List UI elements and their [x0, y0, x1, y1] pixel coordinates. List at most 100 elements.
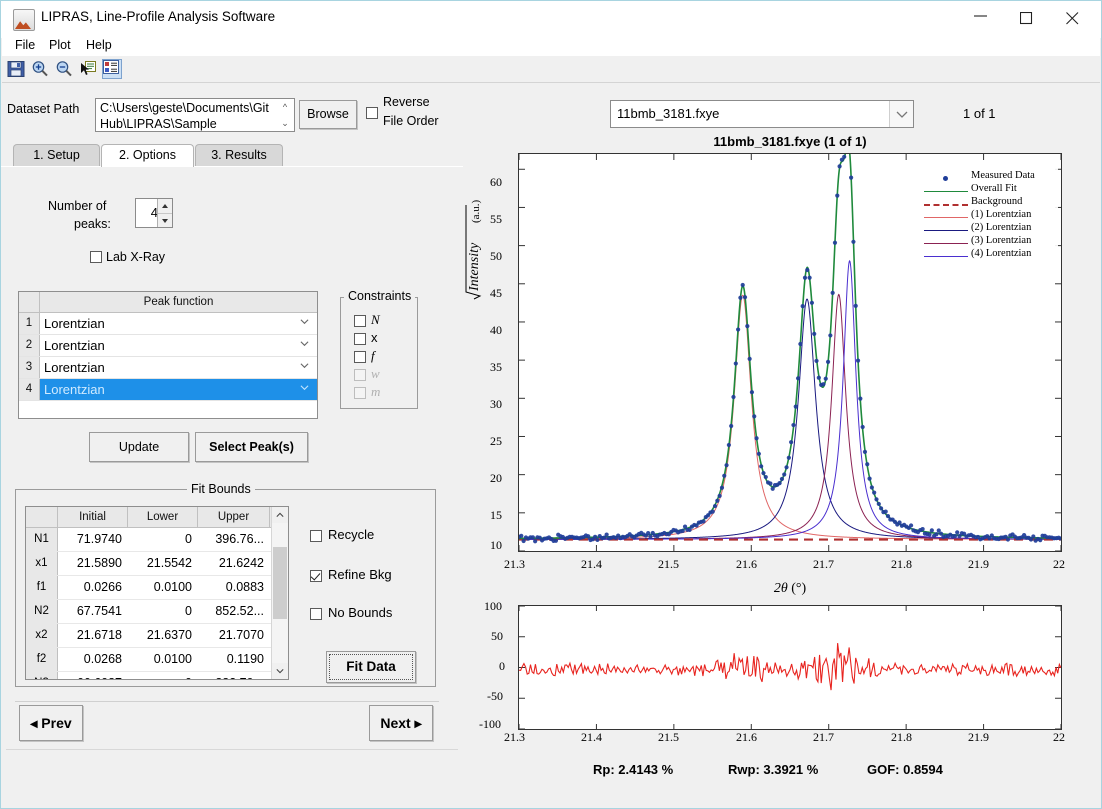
fb-upper[interactable]: 0.1190: [198, 648, 270, 671]
chevron-down-icon[interactable]: [300, 361, 309, 370]
rxtick-7: 22: [1053, 730, 1065, 744]
scroll-down-icon[interactable]: [272, 663, 288, 679]
legend-marker-line: [924, 191, 968, 192]
chart-title: 11bmb_3181.fxye (1 of 1): [713, 134, 867, 149]
fb-upper[interactable]: 882.79...: [198, 672, 270, 679]
lab-xray-label: Lab X-Ray: [106, 250, 166, 264]
reverse-file-order-label-2: File Order: [383, 114, 439, 128]
data-cursor-icon[interactable]: [78, 59, 98, 79]
table-row[interactable]: f2 0.0268 0.0100 0.1190: [26, 648, 288, 672]
peak-row-2[interactable]: 2 Lorentzian: [19, 335, 317, 357]
stat-gof: GOF: 0.8594: [867, 762, 943, 777]
stepper-up-icon[interactable]: [158, 199, 172, 214]
window-title: LIPRAS, Line-Profile Analysis Software: [41, 9, 276, 24]
number-of-peaks-label-1: Number of: [48, 199, 107, 213]
xtick-0: 21.3: [504, 557, 525, 571]
menu-file[interactable]: File: [10, 37, 40, 53]
ytick-20: 20: [490, 471, 502, 485]
table-row[interactable]: x1 21.5890 21.5542 21.6242: [26, 552, 288, 576]
fb-lower[interactable]: 0.0100: [128, 648, 198, 671]
dataset-path-field[interactable]: C:\Users\geste\Documents\GitHub\LIPRAS\S…: [95, 98, 295, 132]
fb-initial[interactable]: 67.7541: [58, 600, 128, 623]
update-button[interactable]: Update: [89, 432, 189, 462]
peak-row-1[interactable]: 1 Lorentzian: [19, 313, 317, 335]
chevron-down-icon[interactable]: [300, 317, 309, 326]
tab-results[interactable]: 3. Results: [195, 144, 283, 166]
constraint-N[interactable]: N: [340, 312, 410, 331]
tab-options[interactable]: 2. Options: [101, 144, 194, 167]
constraint-x-checkbox[interactable]: [354, 333, 366, 345]
chevron-down-icon[interactable]: [300, 339, 309, 348]
fit-bounds-scrollbar[interactable]: [271, 507, 288, 679]
next-button[interactable]: Next ▸: [369, 705, 433, 741]
zoom-out-icon[interactable]: [54, 59, 74, 79]
table-row[interactable]: N1 71.9740 0 396.76...: [26, 528, 288, 552]
fb-initial[interactable]: 66.6087: [58, 672, 128, 679]
peak-row-3[interactable]: 3 Lorentzian: [19, 357, 317, 379]
fb-initial[interactable]: 0.0266: [58, 576, 128, 599]
file-selector-dropdown[interactable]: 11bmb_3181.fxye: [610, 100, 914, 128]
constraint-f[interactable]: f: [340, 348, 410, 367]
legend-label: Overall Fit: [971, 183, 1017, 194]
constraint-N-checkbox[interactable]: [354, 315, 366, 327]
residual-plot[interactable]: [518, 605, 1062, 730]
ytick-60: 60: [490, 175, 502, 189]
select-peaks-button[interactable]: Select Peak(s): [195, 432, 308, 462]
fb-lower[interactable]: 21.6370: [128, 624, 198, 647]
nav-separator: [15, 701, 439, 702]
tab-setup[interactable]: 1. Setup: [13, 144, 100, 166]
peak-row-function: Lorentzian: [44, 360, 105, 375]
constraint-f-checkbox[interactable]: [354, 351, 366, 363]
fb-initial[interactable]: 21.6718: [58, 624, 128, 647]
browse-button[interactable]: Browse: [299, 100, 357, 129]
path-scroll-arrows[interactable]: ^ ⌄: [278, 99, 292, 131]
fb-upper[interactable]: 21.7070: [198, 624, 270, 647]
number-of-peaks-stepper[interactable]: 4: [135, 198, 173, 228]
chevron-down-icon[interactable]: [889, 101, 913, 127]
stepper-arrows[interactable]: [157, 199, 172, 227]
legend-toggle-icon[interactable]: [102, 59, 122, 79]
reverse-file-order-label-1: Reverse: [383, 95, 430, 109]
table-row[interactable]: N3 66.6087 0 882.79...: [26, 672, 288, 679]
fb-lower[interactable]: 0: [128, 600, 198, 623]
fb-upper[interactable]: 396.76...: [198, 528, 270, 551]
reverse-file-order-checkbox[interactable]: [366, 107, 378, 119]
maximize-icon[interactable]: [1005, 1, 1051, 31]
recycle-checkbox[interactable]: [310, 530, 322, 542]
scrollbar-thumb[interactable]: [273, 547, 287, 619]
fb-lower[interactable]: 21.5542: [128, 552, 198, 575]
close-icon[interactable]: [1051, 1, 1097, 31]
fb-lower[interactable]: 0.0100: [128, 576, 198, 599]
fb-upper[interactable]: 852.52...: [198, 600, 270, 623]
save-icon[interactable]: [6, 59, 26, 79]
table-row[interactable]: x2 21.6718 21.6370 21.7070: [26, 624, 288, 648]
fb-upper[interactable]: 0.0883: [198, 576, 270, 599]
fb-lower[interactable]: 0: [128, 672, 198, 679]
minimize-icon[interactable]: [959, 1, 1005, 31]
fit-data-button[interactable]: Fit Data: [326, 651, 416, 683]
no-bounds-checkbox[interactable]: [310, 608, 322, 620]
prev-button[interactable]: ◂ Prev: [19, 705, 83, 741]
constraint-x[interactable]: x: [340, 330, 410, 349]
table-row[interactable]: N2 67.7541 0 852.52...: [26, 600, 288, 624]
fb-upper[interactable]: 21.6242: [198, 552, 270, 575]
fb-initial[interactable]: 21.5890: [58, 552, 128, 575]
fb-initial[interactable]: 71.9740: [58, 528, 128, 551]
table-row[interactable]: f1 0.0266 0.0100 0.0883: [26, 576, 288, 600]
menu-help[interactable]: Help: [81, 37, 117, 53]
rxtick-6: 21.9: [968, 730, 989, 744]
menu-plot[interactable]: Plot: [44, 37, 76, 53]
stepper-down-icon[interactable]: [158, 214, 172, 228]
fb-lower[interactable]: 0: [128, 528, 198, 551]
lab-xray-checkbox[interactable]: [90, 251, 102, 263]
refine-bkg-checkbox[interactable]: [310, 570, 322, 582]
zoom-in-icon[interactable]: [30, 59, 50, 79]
dataset-path-label: Dataset Path: [7, 102, 80, 116]
application-window: LIPRAS, Line-Profile Analysis Software F…: [0, 0, 1102, 809]
chevron-down-icon[interactable]: [300, 383, 309, 392]
focus-outline: [329, 654, 413, 680]
peak-row-4[interactable]: 4 Lorentzian: [19, 379, 317, 401]
fb-initial[interactable]: 0.0268: [58, 648, 128, 671]
scroll-up-icon[interactable]: [272, 507, 288, 523]
fb-col-upper: Upper: [198, 507, 270, 527]
